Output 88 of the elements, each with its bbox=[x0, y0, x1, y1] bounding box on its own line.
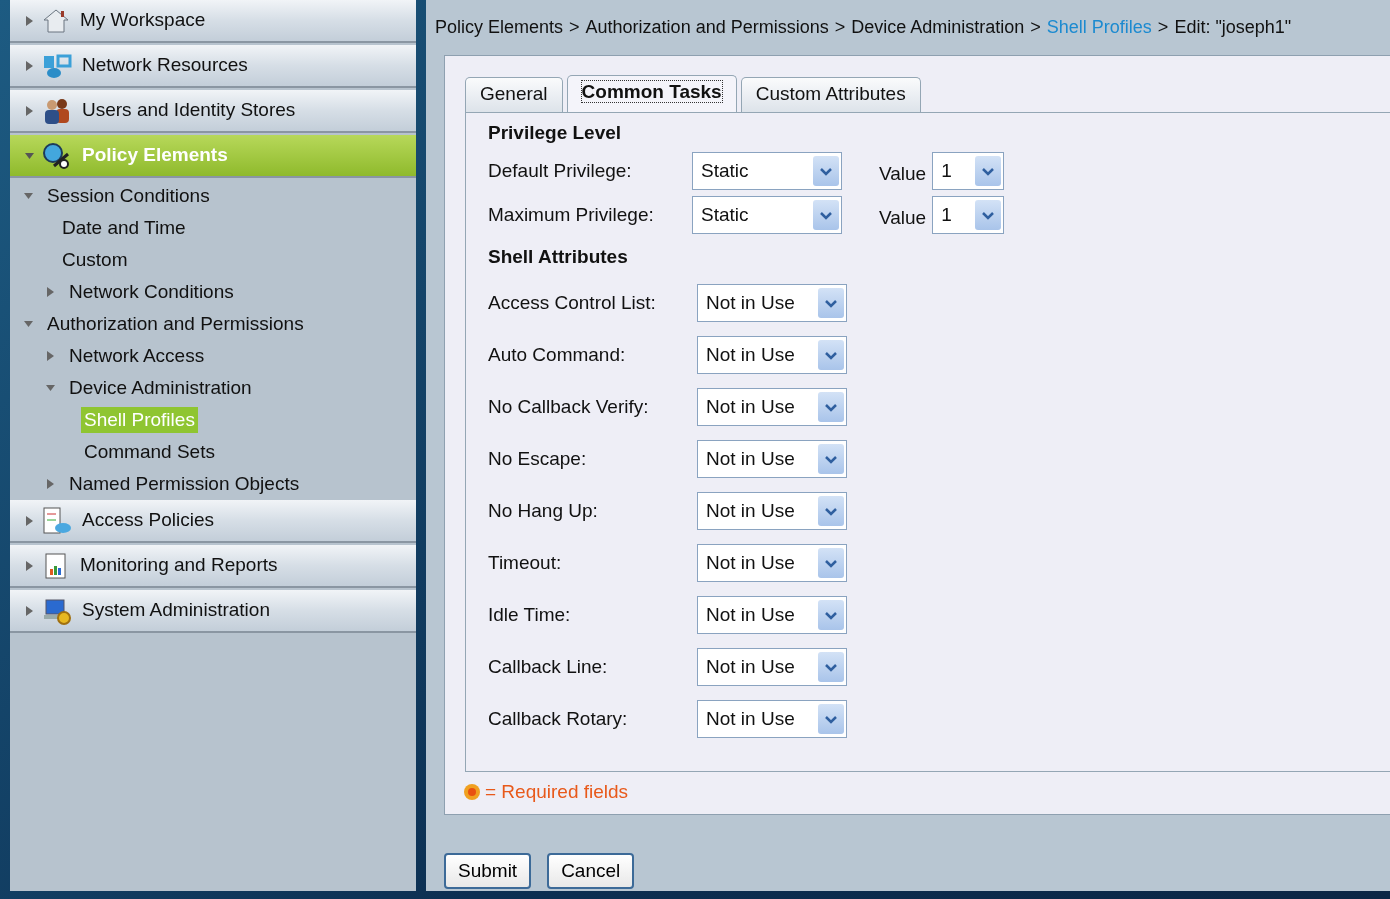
chevron-down-icon bbox=[981, 166, 996, 176]
breadcrumb-item: Edit: "joseph1" bbox=[1174, 16, 1292, 39]
field-label: Default Privilege: bbox=[488, 158, 633, 183]
dropdown[interactable]: Not in Use bbox=[697, 388, 847, 426]
tab[interactable]: General bbox=[465, 77, 563, 112]
section-heading: Privilege Level bbox=[488, 121, 623, 145]
expand-arrow-icon[interactable] bbox=[46, 351, 55, 361]
network-icon bbox=[42, 52, 72, 79]
collapse-arrow-icon[interactable] bbox=[46, 383, 55, 393]
chevron-down-icon bbox=[819, 210, 833, 220]
tree-item[interactable]: Network Access bbox=[66, 343, 208, 369]
dropdown[interactable]: Not in Use bbox=[697, 648, 847, 686]
field-label: Maximum Privilege: bbox=[488, 202, 655, 227]
expand-arrow-icon[interactable] bbox=[24, 605, 34, 616]
breadcrumb-item: Policy Elements bbox=[435, 16, 564, 39]
users-icon bbox=[42, 96, 72, 125]
tab[interactable]: Common Tasks bbox=[566, 75, 737, 112]
breadcrumb-separator: > bbox=[1157, 16, 1169, 39]
dropdown[interactable]: Not in Use bbox=[697, 336, 847, 374]
expand-arrow-icon[interactable] bbox=[46, 479, 55, 489]
chevron-down-icon bbox=[824, 454, 838, 464]
dropdown[interactable]: Static bbox=[692, 196, 842, 234]
field-label: Callback Rotary: bbox=[488, 706, 629, 731]
dropdown[interactable]: Not in Use bbox=[697, 492, 847, 530]
chevron-down-icon bbox=[824, 714, 838, 724]
nav-item[interactable]: Users and Identity Stores bbox=[10, 90, 416, 133]
chevron-down-icon bbox=[824, 610, 838, 620]
breadcrumb-separator: > bbox=[834, 16, 846, 39]
tree-item[interactable]: Date and Time bbox=[59, 215, 189, 241]
chevron-down-icon bbox=[824, 662, 838, 672]
expand-arrow-icon[interactable] bbox=[24, 60, 34, 71]
collapse-arrow-icon[interactable] bbox=[24, 191, 33, 201]
field-label: No Escape: bbox=[488, 446, 588, 471]
breadcrumb-item: Authorization and Permissions bbox=[585, 16, 829, 39]
field-label: Auto Command: bbox=[488, 342, 627, 367]
nav-item[interactable]: Access Policies bbox=[10, 500, 416, 543]
tree-item[interactable]: Device Administration bbox=[66, 375, 255, 401]
tree-item[interactable]: Authorization and Permissions bbox=[44, 311, 307, 337]
dropdown[interactable]: Not in Use bbox=[697, 284, 847, 322]
expand-arrow-icon[interactable] bbox=[24, 515, 34, 526]
field-label: Timeout: bbox=[488, 550, 563, 575]
house-icon bbox=[42, 7, 70, 34]
field-label: No Callback Verify: bbox=[488, 394, 650, 419]
tab[interactable]: Custom Attributes bbox=[740, 77, 921, 112]
field-label: Callback Line: bbox=[488, 654, 609, 679]
breadcrumb-item: Device Administration bbox=[851, 16, 1025, 39]
field-label: Idle Time: bbox=[488, 602, 572, 627]
nav-item[interactable]: My Workspace bbox=[10, 0, 416, 43]
dropdown[interactable]: Not in Use bbox=[697, 440, 847, 478]
form-button[interactable]: Submit bbox=[444, 853, 532, 889]
collapse-arrow-icon[interactable] bbox=[24, 319, 33, 329]
tree-item[interactable]: Named Permission Objects bbox=[66, 471, 303, 497]
chevron-down-icon bbox=[824, 558, 838, 568]
dropdown[interactable]: Not in Use bbox=[697, 596, 847, 634]
dropdown[interactable]: 1 bbox=[932, 196, 1005, 234]
nav-item[interactable]: System Administration bbox=[10, 590, 416, 633]
expand-arrow-icon[interactable] bbox=[24, 105, 34, 116]
computer-gear-icon bbox=[42, 596, 72, 625]
expand-arrow-icon[interactable] bbox=[24, 560, 34, 571]
nav-item[interactable]: Network Resources bbox=[10, 45, 416, 88]
tree-item[interactable]: Custom bbox=[59, 247, 131, 273]
field-label: No Hang Up: bbox=[488, 498, 599, 523]
chevron-down-icon bbox=[981, 210, 996, 220]
chevron-down-icon bbox=[824, 506, 838, 516]
dropdown[interactable]: Static bbox=[692, 152, 842, 190]
collapse-arrow-icon[interactable] bbox=[24, 150, 34, 161]
tree-item[interactable]: Command Sets bbox=[81, 439, 218, 465]
chevron-down-icon bbox=[824, 402, 838, 412]
field-label: Value bbox=[879, 161, 927, 186]
tree-item[interactable]: Network Conditions bbox=[66, 279, 237, 305]
breadcrumb-separator: > bbox=[1030, 16, 1041, 39]
dropdown[interactable]: Not in Use bbox=[697, 700, 847, 738]
expand-arrow-icon[interactable] bbox=[46, 287, 55, 297]
field-label: Value bbox=[879, 205, 927, 230]
dropdown[interactable]: Not in Use bbox=[697, 544, 847, 582]
tree-item[interactable]: Session Conditions bbox=[44, 183, 213, 209]
section-heading: Shell Attributes bbox=[488, 245, 629, 269]
chevron-down-icon bbox=[824, 298, 838, 308]
field-label: Access Control List: bbox=[488, 290, 657, 315]
chevron-down-icon bbox=[824, 350, 838, 360]
form-button[interactable]: Cancel bbox=[547, 853, 635, 889]
expand-arrow-icon[interactable] bbox=[24, 15, 34, 26]
required-note: = Required fields bbox=[485, 780, 629, 804]
breadcrumb-separator: > bbox=[569, 16, 580, 39]
chevron-down-icon bbox=[819, 166, 833, 176]
nav-item[interactable]: Monitoring and Reports bbox=[10, 545, 416, 588]
checklist-icon bbox=[42, 506, 72, 535]
dropdown[interactable]: 1 bbox=[932, 152, 1005, 190]
